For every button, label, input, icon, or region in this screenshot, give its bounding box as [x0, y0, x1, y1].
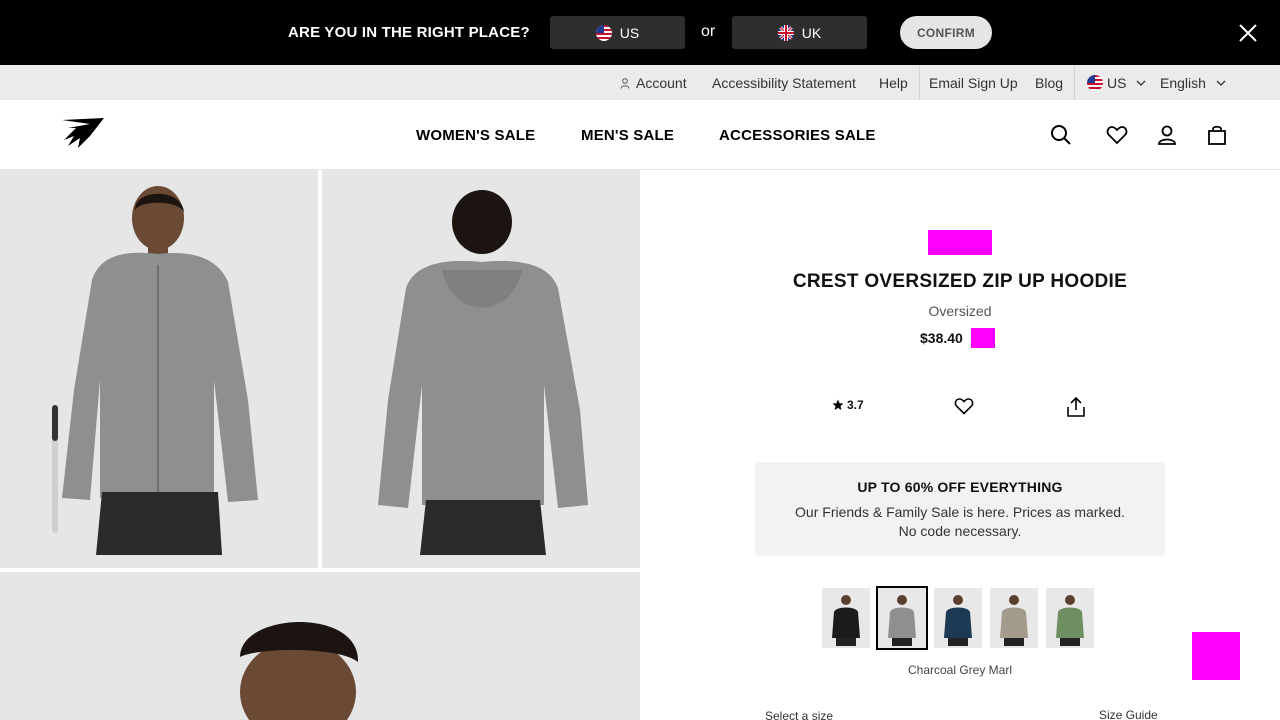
product-image-front[interactable] [0, 170, 318, 568]
utility-bar: Account Accessibility Statement Help Ema… [0, 65, 1280, 100]
nav-accessories-sale[interactable]: ACCESSORIES SALE [719, 127, 876, 144]
search-icon[interactable] [1050, 124, 1072, 146]
bag-icon[interactable] [1206, 124, 1228, 146]
region-us-label: US [619, 24, 640, 41]
uk-flag-icon [777, 24, 794, 41]
chevron-down-icon [1136, 80, 1146, 86]
nav-womens-sale[interactable]: WOMEN'S SALE [416, 127, 535, 144]
main-nav: WOMEN'S SALE MEN'S SALE ACCESSORIES SALE [0, 100, 1280, 170]
product-badge [928, 230, 992, 255]
product-image-back[interactable] [322, 170, 640, 568]
promo-line-2: No code necessary. [898, 523, 1022, 539]
region-us-button[interactable]: US [550, 16, 685, 49]
product-price: $38.40 [920, 330, 963, 346]
chat-button[interactable] [1192, 632, 1240, 680]
region-question: ARE YOU IN THE RIGHT PLACE? [288, 24, 530, 41]
us-flag-icon [595, 24, 612, 41]
colour-swatch-green[interactable] [1046, 588, 1094, 648]
colour-swatches [822, 586, 1094, 650]
rating-value: 3.7 [847, 398, 864, 412]
email-signup-link[interactable]: Email Sign Up [929, 75, 1018, 91]
size-select-label: Select a size [765, 709, 834, 720]
accessibility-link[interactable]: Accessibility Statement [712, 75, 856, 91]
price-row: $38.40 [920, 328, 995, 348]
utility-divider [1074, 65, 1075, 100]
heart-icon[interactable] [1106, 124, 1128, 146]
region-selector[interactable]: US [1087, 75, 1146, 91]
colour-swatch-stone[interactable] [990, 588, 1038, 648]
account-icon [620, 78, 630, 89]
product-fit: Oversized [928, 303, 992, 319]
share-icon[interactable] [1066, 396, 1086, 418]
blog-link[interactable]: Blog [1035, 75, 1063, 91]
region-or-text: or [701, 23, 716, 40]
account-link[interactable]: Account [620, 75, 687, 91]
gallery-scroll-thumb[interactable] [52, 405, 58, 441]
colour-swatch-navy[interactable] [934, 588, 982, 648]
help-link[interactable]: Help [879, 75, 908, 91]
us-flag-icon [1087, 75, 1103, 91]
confirm-button[interactable]: CONFIRM [900, 16, 992, 49]
utility-divider [919, 65, 920, 100]
brand-logo[interactable] [60, 116, 106, 150]
star-icon [832, 399, 844, 410]
region-uk-label: UK [801, 24, 822, 41]
nav-mens-sale[interactable]: MEN'S SALE [581, 127, 674, 144]
region-selector-label: US [1107, 75, 1127, 91]
account-label: Account [636, 75, 687, 91]
promo-banner: UP TO 60% OFF EVERYTHING Our Friends & F… [755, 462, 1165, 556]
colour-swatch-black[interactable] [822, 588, 870, 648]
selected-colour-name: Charcoal Grey Marl [907, 663, 1013, 677]
price-badge [970, 328, 995, 348]
wishlist-heart-icon[interactable] [954, 396, 974, 416]
language-selector[interactable]: English [1160, 75, 1226, 91]
promo-title: UP TO 60% OFF EVERYTHING [857, 479, 1063, 495]
close-icon[interactable] [1236, 21, 1260, 45]
product-rating[interactable]: 3.7 [832, 398, 864, 412]
region-uk-button[interactable]: UK [732, 16, 867, 49]
user-icon[interactable] [1156, 124, 1178, 146]
product-title: CREST OVERSIZED ZIP UP HOODIE [792, 271, 1128, 292]
chevron-down-icon [1216, 80, 1226, 86]
region-banner: ARE YOU IN THE RIGHT PLACE? US or UK CON… [0, 0, 1280, 65]
colour-swatch-charcoal-grey-marl[interactable] [876, 586, 928, 650]
promo-line-1: Our Friends & Family Sale is here. Price… [795, 504, 1125, 520]
size-guide-link[interactable]: Size Guide [1099, 708, 1158, 720]
language-label: English [1160, 75, 1206, 91]
product-image-closeup[interactable] [0, 572, 640, 720]
promo-text: Our Friends & Family Sale is here. Price… [755, 503, 1165, 541]
